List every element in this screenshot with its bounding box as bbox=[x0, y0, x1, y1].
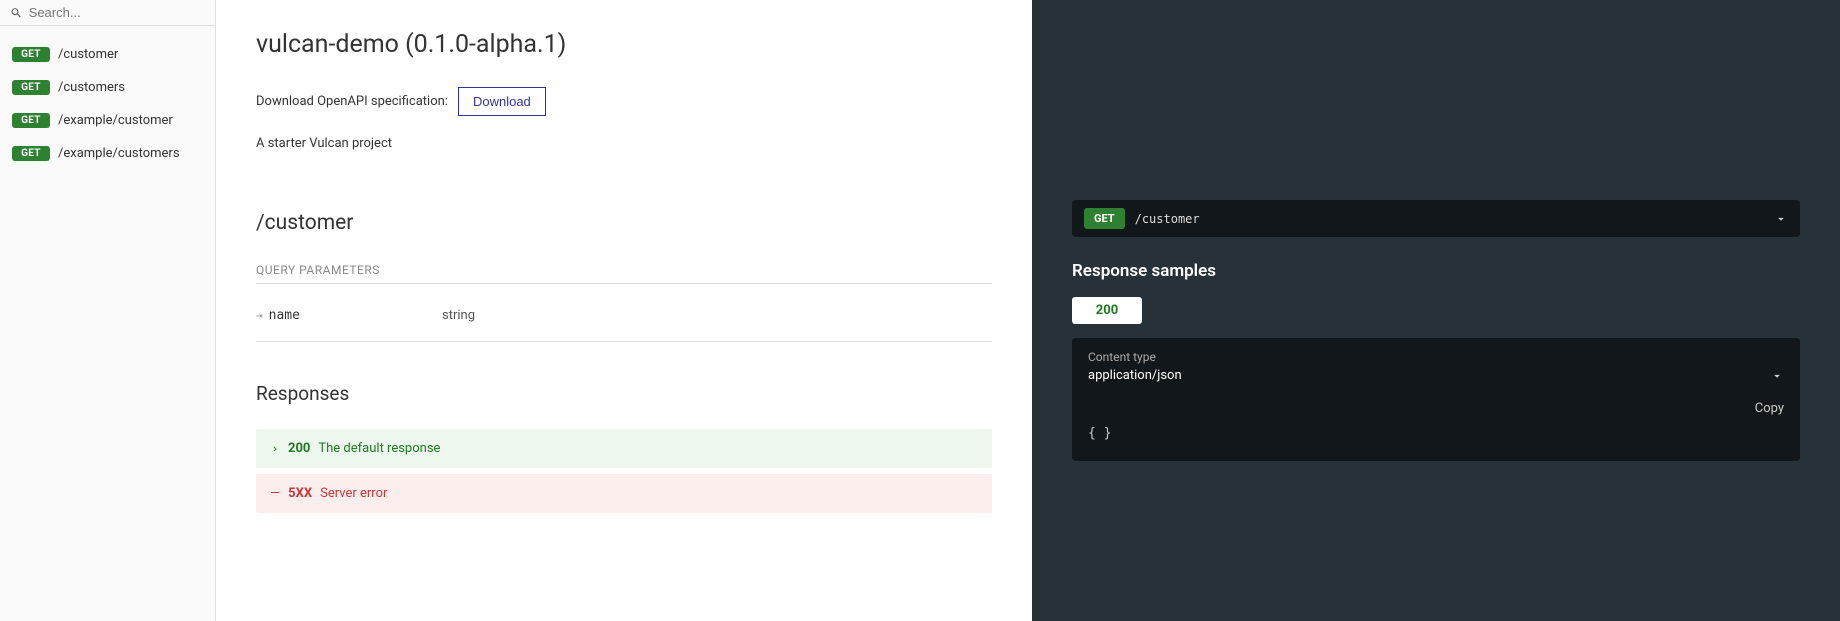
response-200[interactable]: 200 The default response bbox=[256, 429, 992, 468]
query-params-label: QUERY PARAMETERS bbox=[256, 263, 992, 284]
copy-button[interactable]: Copy bbox=[1755, 401, 1784, 416]
method-badge: GET bbox=[12, 113, 50, 128]
param-name-text: name bbox=[269, 308, 300, 323]
method-badge: GET bbox=[12, 47, 50, 62]
chevron-down-icon bbox=[1770, 369, 1784, 383]
sidebar-item-customer[interactable]: GET /customer bbox=[0, 38, 215, 71]
response-code: 5XX bbox=[288, 486, 312, 501]
main-content: vulcan-demo (0.1.0-alpha.1) Download Ope… bbox=[216, 0, 1032, 621]
sidebar-path: /example/customers bbox=[58, 146, 180, 161]
sidebar-items: GET /customer GET /customers GET /exampl… bbox=[0, 26, 215, 182]
param-type: string bbox=[442, 308, 475, 323]
param-name: ⇥ name bbox=[256, 308, 442, 323]
method-badge: GET bbox=[12, 80, 50, 95]
sidebar: GET /customer GET /customers GET /exampl… bbox=[0, 0, 216, 621]
sidebar-item-example-customers[interactable]: GET /example/customers bbox=[0, 137, 215, 170]
sidebar-path: /customers bbox=[58, 80, 125, 95]
sidebar-path: /example/customer bbox=[58, 113, 173, 128]
tab-200[interactable]: 200 bbox=[1072, 297, 1142, 324]
search-icon bbox=[10, 6, 23, 20]
param-arrow-icon: ⇥ bbox=[256, 309, 263, 322]
response-samples-title: Response samples bbox=[1072, 261, 1800, 281]
sample-tabs: 200 bbox=[1072, 297, 1800, 324]
download-row: Download OpenAPI specification: Download bbox=[256, 87, 992, 116]
tryit-method-badge: GET bbox=[1084, 208, 1125, 229]
right-panel: GET /customer Response samples 200 Conte… bbox=[1032, 0, 1840, 621]
method-badge: GET bbox=[12, 146, 50, 161]
sidebar-path: /customer bbox=[58, 47, 118, 62]
response-5xx[interactable]: — 5XX Server error bbox=[256, 474, 992, 513]
responses-label: Responses bbox=[256, 382, 992, 405]
operation-title: /customer bbox=[256, 211, 992, 235]
content-type-label: Content type bbox=[1088, 350, 1784, 364]
content-type-value: application/json bbox=[1088, 368, 1182, 383]
content-type-select[interactable]: application/json bbox=[1088, 368, 1784, 391]
response-desc: Server error bbox=[320, 486, 387, 501]
search-input[interactable] bbox=[29, 5, 205, 20]
search-box[interactable] bbox=[0, 0, 215, 26]
response-code: 200 bbox=[288, 441, 310, 456]
sample-box: Content type application/json Copy { } bbox=[1072, 338, 1800, 461]
download-label: Download OpenAPI specification: bbox=[256, 94, 448, 109]
tryit-bar[interactable]: GET /customer bbox=[1072, 200, 1800, 237]
page-title: vulcan-demo (0.1.0-alpha.1) bbox=[256, 30, 992, 59]
param-row: ⇥ name string bbox=[256, 302, 992, 342]
api-description: A starter Vulcan project bbox=[256, 136, 992, 151]
chevron-down-icon bbox=[1774, 212, 1788, 226]
response-desc: The default response bbox=[318, 441, 440, 456]
chevron-right-icon bbox=[270, 444, 280, 454]
download-button[interactable]: Download bbox=[458, 87, 546, 116]
sample-body: { } bbox=[1088, 422, 1784, 449]
tryit-path: /customer bbox=[1135, 212, 1764, 226]
sidebar-item-example-customer[interactable]: GET /example/customer bbox=[0, 104, 215, 137]
sidebar-item-customers[interactable]: GET /customers bbox=[0, 71, 215, 104]
dash-icon: — bbox=[270, 486, 280, 501]
